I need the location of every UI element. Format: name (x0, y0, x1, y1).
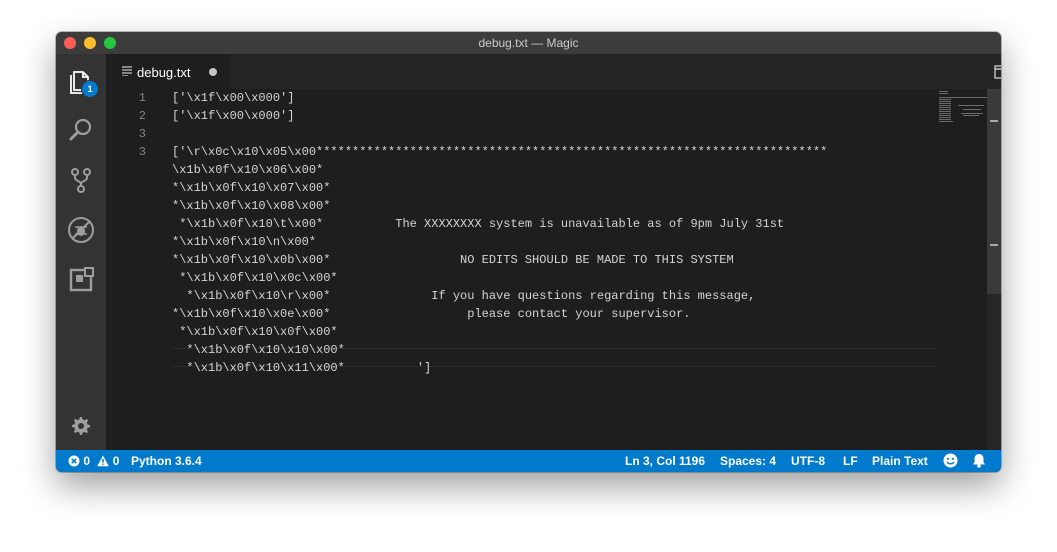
line-text: *\x1b\x0f\x10\x0f\x00* (172, 325, 338, 339)
encoding[interactable]: UTF-8 (791, 454, 825, 468)
code-line[interactable]: *\x1b\x0f\x10\x0b\x00* NO EDITS SHOULD B… (106, 251, 936, 269)
code-line[interactable]: 2 ['\x1f\x00\x000'] (106, 107, 936, 125)
warning-count: 0 (112, 454, 120, 468)
vertical-scrollbar[interactable] (987, 89, 1001, 450)
text-file-icon (122, 66, 132, 76)
problems-indicator[interactable]: 0 0 (68, 454, 119, 468)
code-line[interactable]: *\x1b\x0f\x10\t\x00* The XXXXXXXX system… (106, 215, 936, 233)
line-text: *\x1b\x0f\x10\x07\x00* (172, 181, 331, 195)
line-text: *\x1b\x0f\x10\n\x00* (172, 235, 317, 249)
code-line[interactable]: *\x1b\x0f\x10\x07\x00* (106, 179, 936, 197)
code-line[interactable]: *\x1b\x0f\x10\r\x00* If you have questio… (106, 287, 936, 305)
files-badge: 1 (81, 80, 99, 98)
debug-icon[interactable] (65, 214, 97, 246)
line-text: *\x1b\x0f\x10\x08\x00* (172, 199, 331, 213)
code-line[interactable]: 3 (106, 125, 936, 143)
cursor-position[interactable]: Ln 3, Col 1196 (625, 454, 705, 468)
line-text: ['\x1f\x00\x000'] (172, 91, 295, 105)
code-line[interactable]: 3 ['\r\x0c\x10\x05\x00*******************… (106, 143, 936, 161)
code-line[interactable]: *\x1b\x0f\x10\x0e\x00* please contact yo… (106, 305, 936, 323)
status-bar: 0 0 Python 3.6.4 Ln 3, Col 1196 Spaces: … (56, 450, 1001, 472)
vscode-window: debug.txt — Magic 1 debug.txt 1 ['\x1f\x… (56, 32, 1001, 472)
feedback-smiley-icon[interactable] (943, 453, 958, 469)
notifications-bell-icon[interactable] (972, 453, 986, 469)
line-text: *\x1b\x0f\x10\r\x00* If you have questio… (172, 289, 756, 303)
line-text: *\x1b\x0f\x10\x10\x00* (172, 343, 345, 357)
code-line[interactable]: *\x1b\x0f\x10\n\x00* (106, 233, 936, 251)
code-line[interactable]: *\x1b\x0f\x10\x08\x00* (106, 197, 936, 215)
python-interpreter[interactable]: Python 3.6.4 (131, 454, 202, 468)
code-line[interactable]: *\x1b\x0f\x10\x0f\x00* (106, 323, 936, 341)
line-text: *\x1b\x0f\x10\x0b\x00* NO EDITS SHOULD B… (172, 253, 734, 267)
line-text: *\x1b\x0f\x10\x0c\x00* (172, 271, 338, 285)
line-number: 2 (138, 109, 146, 123)
line-text: \x1b\x0f\x10\x06\x00* (172, 163, 324, 177)
code-line[interactable]: *\x1b\x0f\x10\x10\x00* (106, 341, 936, 359)
editor[interactable]: 1 ['\x1f\x00\x000'] 2 ['\x1f\x00\x000'] 3 3 ['… (106, 89, 1001, 450)
warning-icon (97, 455, 110, 467)
code-line[interactable]: *\x1b\x0f\x10\x11\x00* '] (106, 359, 936, 377)
tab-bar: debug.txt (106, 54, 1001, 89)
code-line[interactable]: *\x1b\x0f\x10\x0c\x00* (106, 269, 936, 287)
search-icon[interactable] (65, 114, 97, 146)
unsaved-dot-icon[interactable] (209, 68, 217, 76)
line-text: ['\x1f\x00\x000'] (172, 109, 295, 123)
line-text: *\x1b\x0f\x10\t\x00* The XXXXXXXX system… (172, 217, 785, 231)
language-mode[interactable]: Plain Text (872, 454, 928, 468)
source-control-icon[interactable] (65, 164, 97, 196)
scroll-marker (990, 244, 998, 246)
tab-debug-txt[interactable]: debug.txt (106, 54, 231, 89)
scroll-marker (990, 120, 998, 122)
indentation[interactable]: Spaces: 4 (720, 454, 776, 468)
code-line[interactable]: 1 ['\x1f\x00\x000'] (106, 89, 936, 107)
window-title: debug.txt — Magic (478, 36, 579, 50)
code-line[interactable]: \x1b\x0f\x10\x06\x00* (106, 161, 936, 179)
tab-label: debug.txt (137, 65, 191, 80)
error-count: 0 (83, 454, 91, 468)
error-icon (68, 455, 80, 467)
gear-icon[interactable] (65, 410, 97, 442)
split-editor-icon[interactable] (994, 65, 1001, 79)
line-number: 1 (138, 91, 146, 105)
title-bar: debug.txt — Magic (56, 32, 1001, 54)
minimap[interactable] (939, 89, 987, 450)
line-ending[interactable]: LF (843, 454, 858, 468)
activity-bar: 1 (56, 54, 106, 450)
line-text: *\x1b\x0f\x10\x11\x00* '] (172, 361, 432, 375)
line-text: *\x1b\x0f\x10\x0e\x00* please contact yo… (172, 307, 691, 321)
line-text: ['\r\x0c\x10\x05\x00********************… (172, 145, 828, 159)
line-number: 3 (138, 145, 146, 159)
line-number: 3 (138, 127, 146, 141)
extensions-icon[interactable] (65, 264, 97, 296)
